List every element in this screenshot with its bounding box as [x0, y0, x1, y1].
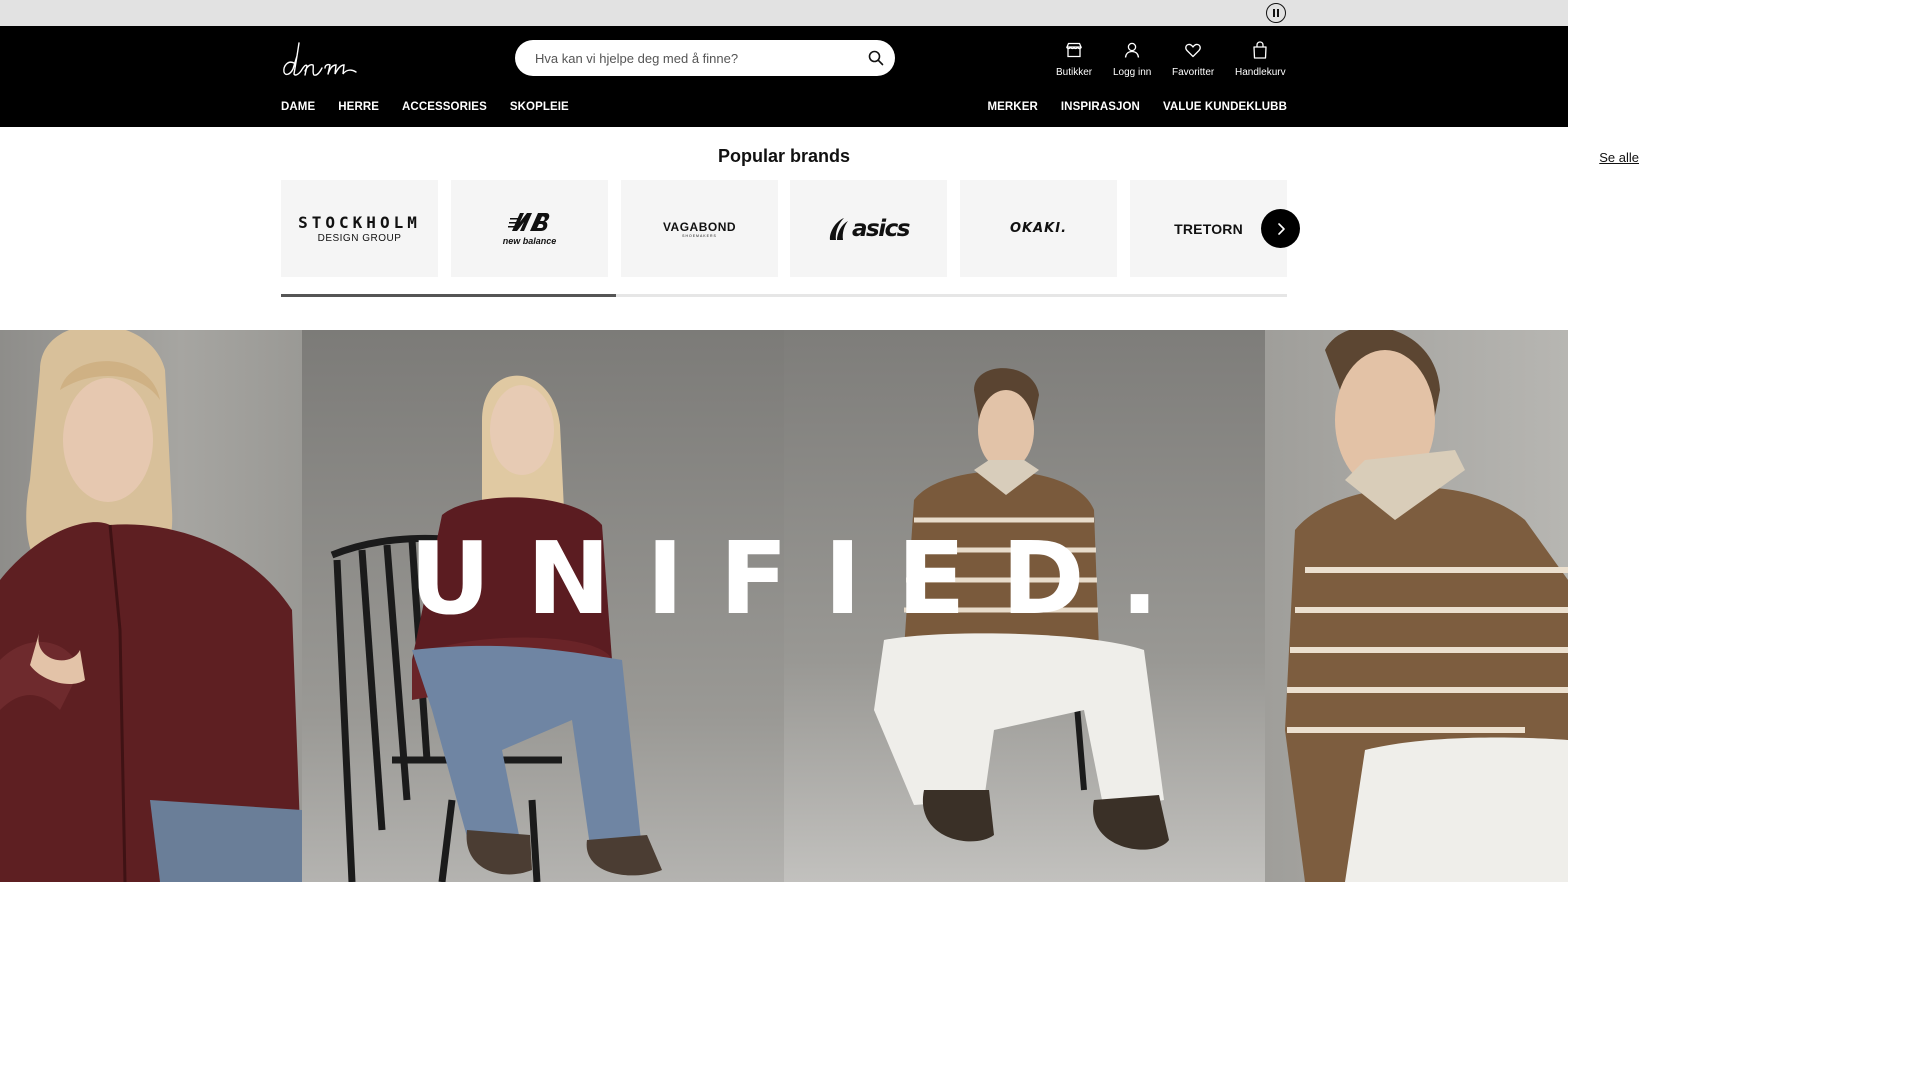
- login-link[interactable]: Logg inn: [1113, 40, 1151, 78]
- nav-herre[interactable]: HERRE: [338, 101, 379, 113]
- announcement-bar: [0, 0, 1568, 26]
- brand-sub: SHOEMAKERS: [682, 233, 717, 238]
- cart-link[interactable]: Handlekurv: [1235, 40, 1286, 78]
- brand-card-new-balance[interactable]: new balance: [451, 180, 608, 277]
- stores-label: Butikker: [1056, 67, 1093, 78]
- store-icon: [1066, 42, 1083, 58]
- nav-value-kundeklubb[interactable]: VALUE KUNDEKLUBB: [1163, 101, 1287, 113]
- user-icon: [1125, 42, 1140, 58]
- nav-dame[interactable]: DAME: [281, 101, 315, 113]
- search-bar: [515, 40, 895, 76]
- brand-name: new balance: [502, 235, 557, 246]
- brand-card-asics[interactable]: asics: [790, 180, 947, 277]
- brands-scroll-thumb[interactable]: [281, 294, 616, 297]
- secondary-nav: MERKER INSPIRASJON VALUE KUNDEKLUBB: [987, 101, 1287, 113]
- chevron-right-icon: [1277, 222, 1285, 235]
- brands-next-button[interactable]: [1261, 209, 1300, 248]
- brand-name: STOCKHOLM: [298, 213, 421, 232]
- nav-accessories[interactable]: ACCESSORIES: [402, 101, 487, 113]
- new-balance-mark-icon: [507, 212, 549, 231]
- bag-icon: [1253, 41, 1267, 59]
- nav-inspirasjon[interactable]: INSPIRASJON: [1061, 101, 1140, 113]
- login-label: Logg inn: [1113, 67, 1152, 78]
- search-icon[interactable]: [867, 49, 885, 67]
- brand-name: VAGABOND: [662, 219, 737, 234]
- favorites-label: Favoritter: [1172, 67, 1215, 78]
- dna-logo[interactable]: [280, 38, 358, 80]
- nav-merker[interactable]: MERKER: [987, 101, 1037, 113]
- heart-icon: [1185, 43, 1201, 58]
- hero-headline: UNIFIED.: [409, 520, 1195, 637]
- brand-card-stockholm[interactable]: STOCKHOLM DESIGN GROUP: [281, 180, 438, 277]
- brands-scrollbar[interactable]: [281, 294, 1287, 297]
- brand-logo-vagabond: VAGABOND SHOEMAKERS: [663, 220, 736, 238]
- brand-card-vagabond[interactable]: VAGABOND SHOEMAKERS: [621, 180, 778, 277]
- hero-banner[interactable]: UNIFIED.: [0, 330, 1568, 882]
- pause-icon-bar: [1272, 9, 1275, 17]
- pause-icon-bar: [1277, 9, 1280, 17]
- pause-button[interactable]: [1266, 3, 1286, 23]
- see-all-link[interactable]: Se alle: [1599, 150, 1639, 165]
- nav-skopleie[interactable]: SKOPLEIE: [510, 101, 569, 113]
- brand-name: TRETORN: [1174, 220, 1243, 237]
- brand-logo-stockholm: STOCKHOLM DESIGN GROUP: [298, 213, 421, 244]
- favorites-link[interactable]: Favoritter: [1172, 40, 1214, 78]
- brand-sub: DESIGN GROUP: [317, 233, 402, 244]
- brand-card-okaki[interactable]: OKAKI.: [960, 180, 1117, 277]
- asics-stripe-icon: [829, 217, 849, 240]
- main-nav: DAME HERRE ACCESSORIES SKOPLEIE: [281, 101, 569, 113]
- stores-link[interactable]: Butikker: [1056, 40, 1092, 78]
- brand-logo-asics: asics: [828, 215, 910, 242]
- site-header: Butikker Logg inn Favoritter Handlekurv …: [0, 26, 1568, 127]
- brand-name: asics: [852, 215, 910, 242]
- brand-logo-new-balance: new balance: [502, 212, 557, 246]
- brand-name: OKAKI.: [1009, 221, 1068, 236]
- search-input[interactable]: [515, 41, 845, 75]
- cart-label: Handlekurv: [1235, 67, 1286, 78]
- brands-heading: Popular brands: [717, 146, 851, 166]
